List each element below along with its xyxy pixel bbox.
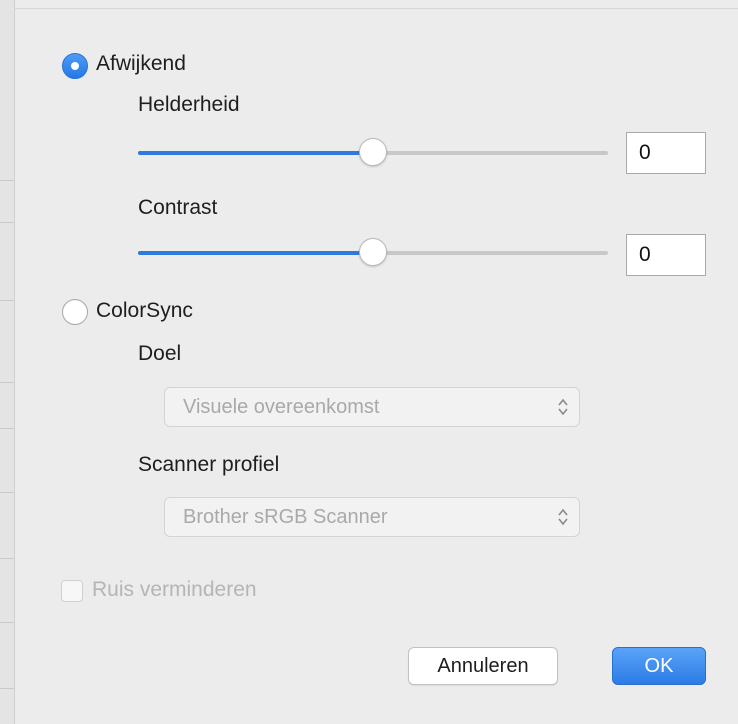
chevron-updown-icon xyxy=(558,508,568,526)
chevron-updown-icon xyxy=(558,398,568,416)
brightness-value-field[interactable]: 0 xyxy=(626,132,706,174)
background-window-edge xyxy=(0,0,15,724)
contrast-slider-thumb[interactable] xyxy=(359,238,387,266)
cancel-button[interactable]: Annuleren xyxy=(408,647,558,685)
noise-reduction-label: Ruis verminderen xyxy=(92,578,257,601)
profile-popup[interactable]: Brother sRGB Scanner xyxy=(164,497,580,537)
sheet-top-divider xyxy=(14,8,738,9)
ok-button[interactable]: OK xyxy=(612,647,706,685)
contrast-value-field[interactable]: 0 xyxy=(626,234,706,276)
brightness-slider[interactable] xyxy=(138,138,608,168)
profile-label: Scanner profiel xyxy=(138,453,280,476)
brightness-slider-thumb[interactable] xyxy=(359,138,387,166)
contrast-label: Contrast xyxy=(138,196,218,219)
brightness-slider-fill xyxy=(138,151,373,155)
colorsync-radio-button[interactable] xyxy=(62,299,88,325)
custom-radio-label[interactable]: Afwijkend xyxy=(96,52,186,76)
scan-settings-sheet: Afwijkend Helderheid 0 Contrast 0 ColorS… xyxy=(0,0,738,724)
brightness-label: Helderheid xyxy=(138,93,240,116)
contrast-slider[interactable] xyxy=(138,238,608,268)
colorsync-radio-label[interactable]: ColorSync xyxy=(96,299,193,323)
profile-popup-value: Brother sRGB Scanner xyxy=(183,506,388,528)
custom-radio-button[interactable] xyxy=(62,53,88,79)
contrast-slider-fill xyxy=(138,251,373,255)
noise-reduction-checkbox[interactable] xyxy=(61,580,83,602)
target-label: Doel xyxy=(138,342,182,365)
target-popup-value: Visuele overeenkomst xyxy=(183,396,380,418)
target-popup[interactable]: Visuele overeenkomst xyxy=(164,387,580,427)
